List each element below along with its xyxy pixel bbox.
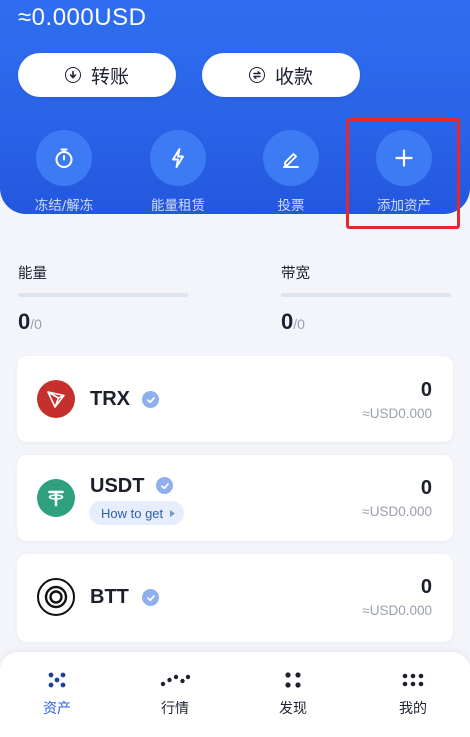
bandwidth-stat: 带宽 0/0	[281, 262, 451, 335]
token-amount: 0	[420, 477, 432, 499]
energy-rental-action[interactable]: 能量租赁	[133, 130, 223, 214]
how-to-get-label: How to get	[101, 505, 164, 521]
receive-label: 收款	[274, 65, 313, 88]
nav-discover[interactable]: 发现	[253, 670, 333, 718]
stopwatch-icon	[55, 148, 73, 168]
receive-button[interactable]: 收款	[202, 53, 360, 97]
energy-progress	[18, 293, 188, 297]
usdt-logo-icon	[37, 479, 75, 517]
vote-label: 投票	[277, 198, 305, 214]
discover-dots-icon	[285, 672, 301, 688]
nav-mine[interactable]: 我的	[373, 670, 453, 718]
verified-icon	[142, 391, 159, 408]
token-amount: 0	[420, 379, 432, 401]
token-symbol: TRX	[90, 388, 130, 410]
nav-market-label: 行情	[161, 701, 189, 717]
energy-total: /0	[30, 316, 42, 332]
token-card-usdt[interactable]: USDT How to get 0 ≈USD0.000	[17, 455, 453, 541]
pen-icon	[283, 153, 299, 168]
token-card-trx[interactable]: TRX 0 ≈USD0.000	[17, 356, 453, 442]
bandwidth-used: 0	[281, 309, 294, 334]
total-balance: ≈0.000USD	[18, 4, 147, 31]
market-dots-icon	[160, 674, 190, 687]
bandwidth-total: /0	[293, 316, 305, 332]
energy-title: 能量	[18, 266, 47, 282]
token-card-btt[interactable]: BTT 0 ≈USD0.000	[17, 554, 453, 642]
transfer-label: 转账	[90, 65, 129, 88]
nav-assets[interactable]: 资产	[17, 670, 97, 718]
assets-dots-icon	[48, 672, 66, 688]
nav-mine-label: 我的	[399, 701, 427, 717]
token-amount: 0	[420, 576, 432, 598]
how-to-get-button[interactable]: How to get	[89, 501, 185, 525]
energy-used: 0	[18, 309, 31, 334]
mine-dots-icon	[402, 673, 424, 687]
resource-stats: 能量 0/0 带宽 0/0	[18, 262, 452, 342]
send-icon	[64, 67, 81, 83]
nav-market[interactable]: 行情	[135, 670, 215, 718]
exchange-icon	[248, 67, 265, 83]
trx-logo-icon	[37, 380, 75, 418]
verified-icon	[142, 589, 159, 606]
bandwidth-title: 带宽	[281, 266, 310, 282]
nav-discover-label: 发现	[279, 701, 307, 717]
verified-icon	[156, 477, 173, 494]
vote-action[interactable]: 投票	[246, 130, 336, 214]
token-symbol: BTT	[90, 586, 129, 608]
lightning-icon	[172, 148, 184, 168]
freeze-unfreeze-action[interactable]: 冻结/解冻	[19, 130, 109, 214]
token-fiat-value: ≈USD0.000	[362, 603, 432, 618]
btt-logo-icon	[37, 578, 75, 616]
energy-stat: 能量 0/0	[18, 262, 188, 335]
token-fiat-value: ≈USD0.000	[362, 406, 432, 421]
bottom-navigation: 资产 行情 发现 我的	[0, 652, 470, 737]
energy-rental-label: 能量租赁	[151, 198, 205, 214]
bandwidth-progress	[281, 293, 451, 297]
caret-right-icon	[170, 509, 176, 517]
token-symbol: USDT	[90, 475, 145, 497]
freeze-unfreeze-label: 冻结/解冻	[34, 198, 94, 214]
token-fiat-value: ≈USD0.000	[362, 504, 432, 519]
nav-assets-label: 资产	[43, 701, 71, 717]
highlight-box	[346, 118, 460, 229]
transfer-button[interactable]: 转账	[18, 53, 176, 97]
